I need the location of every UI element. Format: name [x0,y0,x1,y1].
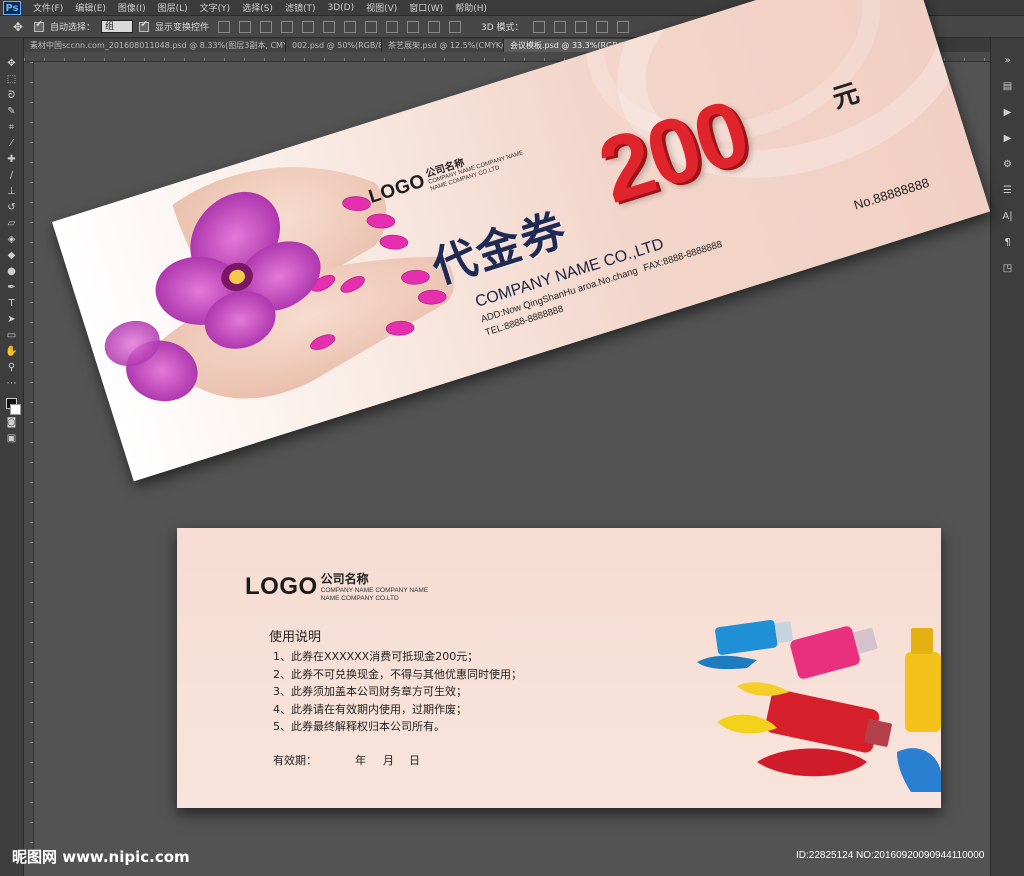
align-bottom-icon[interactable] [260,20,273,33]
menu-type[interactable]: 文字(Y) [194,1,237,14]
menu-file[interactable]: 文件(F) [27,1,69,14]
history-brush-tool-icon[interactable]: ↺ [3,201,21,215]
align-middle-icon[interactable] [239,20,252,33]
nail-polish-bottles-image [697,619,941,792]
instruction-item: 1、此券在XXXXXX消费可抵现金200元； [273,650,479,663]
validity-label: 有效期： [273,754,317,767]
shape-tool-icon[interactable]: ▭ [3,329,21,343]
auto-select-dropdown[interactable]: 组 [101,20,134,33]
instruction-item: 2、此券不可兑换现金，不得与其他优惠同时使用； [273,667,522,681]
play-panel-icon[interactable]: ▶ [998,130,1018,148]
history-panel-icon[interactable]: ▤ [998,78,1018,96]
distribute-left-icon[interactable] [407,20,420,33]
align-center-icon[interactable] [302,20,315,33]
instruction-item: 5、此券最终解释权归本公司所有。 [273,720,445,733]
menu-help[interactable]: 帮助(H) [449,1,493,14]
toolbox: ✥ ⬚ ᘐ ✎ ⌗ ⁄ ✚ ∕ ⊥ ↺ ▱ ◈ ◆ ● ✒ T ➤ ▭ ✋ ⚲ … [0,38,24,876]
back-logo-block: LOGO 公司名称 COMPANY NAME COMPANY NAME NAME… [245,570,428,603]
instruction-item: 3、此券须加盖本公司财务章方可生效； [273,685,467,698]
menu-edit[interactable]: 编辑(E) [69,1,112,14]
healing-tool-icon[interactable]: ✚ [3,153,21,167]
menu-3d[interactable]: 3D(D) [321,3,360,13]
menu-window[interactable]: 窗口(W) [403,1,449,14]
screen-mode-icon[interactable]: ▣ [3,432,21,446]
auto-select-checkbox[interactable] [34,19,44,32]
validity-day: 日 [409,754,420,767]
slide-3d-icon[interactable] [595,20,608,33]
instruction-item: 4、此券请在有效期内使用，过期作废； [273,702,467,716]
voucher-front-face: LOGO 公司名称 COMPANY NAME COMPANY NAME NAME… [52,0,991,482]
align-top-icon[interactable] [218,20,231,33]
validity-year: 年 [355,754,366,767]
scale-3d-icon[interactable] [616,20,629,33]
move-tool-icon[interactable]: ✥ [3,57,21,71]
adjustments-panel-icon[interactable]: ⚙ [998,156,1018,174]
distribute-right-icon[interactable] [449,20,462,33]
stamp-tool-icon[interactable]: ⊥ [3,185,21,199]
distribute-bottom-icon[interactable] [386,20,399,33]
menu-image[interactable]: 图像(I) [112,1,152,14]
align-left-icon[interactable] [281,20,294,33]
show-transform-checkbox[interactable] [139,19,150,32]
auto-select-label: 自动选择： [50,23,96,33]
menu-filter[interactable]: 滤镜(T) [279,1,322,14]
serial-number: No.88888888 [851,174,931,213]
panel-collapse-icon[interactable]: » [998,52,1018,70]
validity-line: 有效期： 年 月 日 [273,752,420,768]
distribute-center-icon[interactable] [428,20,441,33]
zoom-tool-icon[interactable]: ⚲ [3,361,21,375]
character-panel-icon[interactable]: A| [998,208,1018,226]
align-right-icon[interactable] [323,20,336,33]
brush-tool-icon[interactable]: ∕ [3,169,21,183]
background-color-swatch[interactable] [10,404,21,415]
pen-tool-icon[interactable]: ✒ [3,281,21,295]
menu-view[interactable]: 视图(V) [360,1,403,14]
document-tab[interactable]: 002.psd @ 50%(RGB/8) [286,39,382,52]
paragraph-panel-icon[interactable]: ¶ [998,234,1018,252]
menu-layer[interactable]: 图层(L) [152,1,194,14]
marquee-tool-icon[interactable]: ⬚ [3,73,21,87]
quick-mask-icon[interactable]: ◙ [3,416,21,430]
show-transform-label: 显示变换控件 [155,23,210,33]
hand-tool-icon[interactable]: ✋ [3,345,21,359]
layers-panel-icon[interactable]: ◳ [998,260,1018,278]
voucher-front[interactable]: LOGO 公司名称 COMPANY NAME COMPANY NAME NAME… [52,0,991,482]
crop-tool-icon[interactable]: ⌗ [3,121,21,135]
company-name-en-line: NAME COMPANY CO.LTD [320,595,399,602]
menu-select[interactable]: 选择(S) [236,1,279,14]
company-name-en-line: COMPANY NAME COMPANY NAME [320,587,429,594]
site-watermark: 昵图网 www.nipic.com [12,848,190,866]
validity-month: 月 [383,754,394,767]
mode-3d-label: 3D 模式： [481,23,524,33]
drag-3d-icon[interactable] [574,20,587,33]
company-name-cn: 公司名称 [320,572,369,586]
document-tab[interactable]: 茶艺展架.psd @ 12.5%(CMYK/8) [382,39,504,52]
roll-3d-icon[interactable] [553,20,566,33]
quick-select-tool-icon[interactable]: ✎ [3,105,21,119]
photoshop-logo[interactable]: Ps [3,0,21,15]
move-tool-icon[interactable]: ✥ [8,19,28,35]
bucket-tool-icon[interactable]: ◈ [3,233,21,247]
image-id-watermark: ID:22825124 NO:20160920090944110000 [796,850,985,861]
more-tools-icon[interactable]: ⋯ [3,377,21,391]
type-tool-icon[interactable]: T [3,297,21,311]
eraser-tool-icon[interactable]: ▱ [3,217,21,231]
logo-wordmark: LOGO [245,572,318,600]
eyedropper-tool-icon[interactable]: ⁄ [3,137,21,151]
instructions-title: 使用说明 [269,630,322,645]
voucher-back[interactable]: LOGO 公司名称 COMPANY NAME COMPANY NAME NAME… [177,528,941,808]
distribute-middle-icon[interactable] [365,20,378,33]
play-actions-icon[interactable]: ▶ [998,104,1018,122]
vertical-ruler[interactable] [24,62,34,862]
blur-tool-icon[interactable]: ◆ [3,249,21,263]
lasso-tool-icon[interactable]: ᘐ [3,89,21,103]
instructions-list: 1、此券在XXXXXX消费可抵现金200元； 2、此券不可兑换现金，不得与其他优… [273,648,522,736]
path-select-tool-icon[interactable]: ➤ [3,313,21,327]
rotate-3d-icon[interactable] [532,20,545,33]
dodge-tool-icon[interactable]: ● [3,265,21,279]
right-panel-dock: » ▤ ▶ ▶ ⚙ ☰ A| ¶ ◳ [990,38,1024,876]
properties-panel-icon[interactable]: ☰ [998,182,1018,200]
document-tab[interactable]: 素材中国sccnn.com_201608011048.psd @ 8.33%(图… [24,39,286,52]
distribute-top-icon[interactable] [344,20,357,33]
